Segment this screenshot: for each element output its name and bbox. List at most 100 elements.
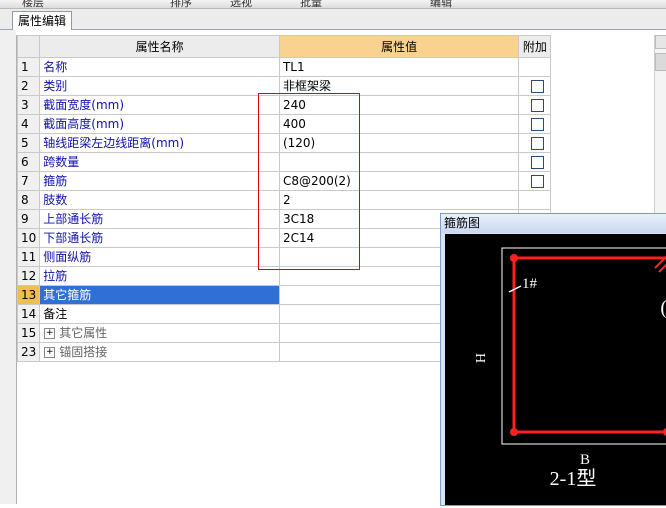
extra-cell — [518, 190, 552, 210]
property-name-text: 锚固搭接 — [59, 345, 108, 359]
property-name-text: 截面高度(mm) — [43, 117, 125, 131]
property-name[interactable]: + 其它属性 — [39, 323, 280, 343]
row-number: 7 — [16, 171, 41, 191]
row-number: 3 — [16, 95, 41, 115]
row-number: 2 — [16, 76, 41, 96]
stirrup-hook-2 — [658, 263, 666, 273]
property-name[interactable]: 截面宽度(mm) — [39, 95, 280, 115]
property-name[interactable]: 轴线距梁左边线距离(mm) — [39, 133, 280, 153]
stirrup-drawing: 1# H B 2-1型 ( — [474, 247, 666, 490]
property-name-text: 下部通长筋 — [43, 231, 104, 245]
row-filler — [551, 134, 657, 153]
property-name-text: 类别 — [43, 79, 68, 93]
property-name[interactable]: 下部通长筋 — [39, 228, 280, 248]
toolbar-item-batch[interactable]: 批量 — [300, 0, 322, 8]
highlight-box — [258, 93, 360, 270]
row-filler — [551, 77, 657, 96]
toolbar-item-filter[interactable]: 选视 — [230, 0, 252, 8]
property-name[interactable]: 备注 — [39, 304, 280, 324]
property-name[interactable]: 截面高度(mm) — [39, 114, 280, 134]
row-number: 11 — [16, 247, 41, 267]
property-name-text: 其它箍筋 — [43, 288, 92, 302]
property-name[interactable]: 上部通长筋 — [39, 209, 280, 229]
header-extra[interactable]: 附加 — [518, 35, 552, 58]
stirrup-diagram-canvas: 1# H B 2-1型 ( — [445, 234, 666, 505]
property-name-text: 箍筋 — [43, 174, 68, 188]
extra-cell — [518, 133, 552, 153]
toolbar-item-floor[interactable]: 楼层 — [22, 0, 44, 8]
property-name[interactable]: 箍筋 — [39, 171, 280, 191]
extra-cell — [518, 171, 552, 191]
expand-plus-icon[interactable]: + — [44, 347, 56, 358]
rebar-label: 1# — [522, 276, 538, 292]
extra-cell — [518, 114, 552, 134]
header-row: 属性名称 属性值 附加 — [16, 35, 657, 58]
header-value[interactable]: 属性值 — [278, 35, 520, 58]
row-number: 5 — [16, 133, 41, 153]
extra-cell — [518, 152, 552, 172]
extra-checkbox[interactable] — [531, 118, 545, 131]
expand-plus-icon[interactable]: + — [44, 328, 56, 339]
extra-checkbox[interactable] — [531, 137, 545, 150]
extra-checkbox[interactable] — [531, 156, 545, 169]
property-name[interactable]: 跨数量 — [39, 152, 280, 172]
toolbar-item-sort[interactable]: 排序 — [170, 0, 192, 8]
row-filler — [551, 96, 657, 115]
width-label: B — [580, 452, 590, 468]
row-number: 12 — [16, 266, 41, 286]
property-name-text: 截面宽度(mm) — [43, 98, 125, 112]
row-filler — [551, 172, 657, 191]
property-name[interactable]: 侧面纵筋 — [39, 247, 280, 267]
row-number: 23 — [16, 342, 41, 362]
property-name[interactable]: 名称 — [39, 57, 280, 77]
property-value[interactable]: TL1 — [278, 57, 520, 77]
row-number: 15 — [16, 323, 41, 343]
rebar-dot-top-left — [510, 254, 518, 262]
extra-cell — [518, 76, 552, 96]
property-name-text: 备注 — [43, 307, 68, 321]
row-filler — [551, 115, 657, 134]
property-name[interactable]: + 锚固搭接 — [39, 342, 280, 362]
cut-glyph: ( — [660, 297, 666, 319]
extra-cell — [518, 95, 552, 115]
row-filler — [551, 191, 657, 210]
stirrup-type-label: 2-1型 — [550, 467, 597, 490]
rebar-dot-bottom-left — [510, 428, 518, 436]
tab-property-edit[interactable]: 属性编辑 — [12, 11, 73, 30]
property-name-text: 名称 — [43, 60, 68, 74]
property-name[interactable]: 类别 — [39, 76, 280, 96]
property-name[interactable]: 肢数 — [39, 190, 280, 210]
header-num — [16, 35, 41, 58]
row-number: 8 — [16, 190, 41, 210]
row-filler — [551, 153, 657, 172]
row-filler — [551, 58, 657, 77]
property-name-text: 侧面纵筋 — [43, 250, 92, 264]
table-row[interactable]: 1 名称 TL1 — [16, 57, 657, 77]
scroll-thumb[interactable] — [655, 53, 666, 71]
property-name-text: 肢数 — [43, 193, 68, 207]
row-number: 6 — [16, 152, 41, 172]
row-number: 14 — [16, 304, 41, 324]
header-name[interactable]: 属性名称 — [39, 35, 280, 58]
header-filler — [550, 35, 657, 58]
toolbar: 楼层 排序 选视 批量 编辑 — [0, 0, 666, 9]
stirrup-diagram-window[interactable]: 箍筋图 1# H B 2-1型 ( — [440, 213, 666, 506]
row-number: 4 — [16, 114, 41, 134]
height-label: H — [474, 353, 489, 363]
extra-checkbox[interactable] — [531, 99, 545, 112]
property-name[interactable]: 拉筋 — [39, 266, 280, 286]
property-name-text: 上部通长筋 — [43, 212, 104, 226]
scroll-up-button[interactable] — [655, 35, 666, 49]
extra-checkbox[interactable] — [531, 80, 545, 93]
row-number: 9 — [16, 209, 41, 229]
property-name-text: 跨数量 — [43, 155, 80, 169]
property-name-text: 拉筋 — [43, 269, 68, 283]
extra-cell — [518, 57, 552, 77]
toolbar-item-edit[interactable]: 编辑 — [430, 0, 452, 8]
property-name[interactable]: 其它箍筋 — [39, 285, 280, 305]
row-number: 1 — [16, 57, 41, 77]
left-gutter — [0, 30, 16, 504]
tab-bar: 属性编辑 — [0, 9, 666, 30]
extra-checkbox[interactable] — [531, 175, 545, 188]
property-name-text: 轴线距梁左边线距离(mm) — [43, 136, 185, 150]
